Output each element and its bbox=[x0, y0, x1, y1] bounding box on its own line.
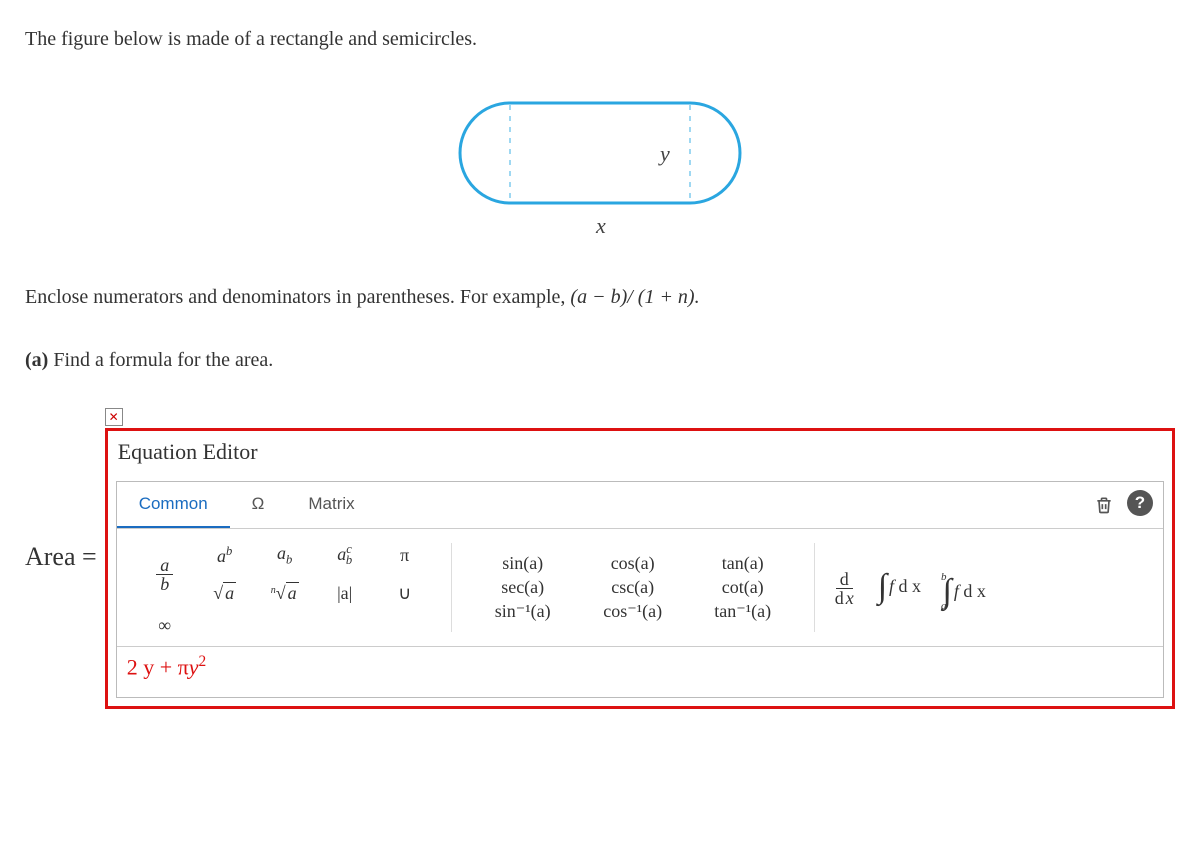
x-label: x bbox=[595, 213, 606, 238]
op-cos[interactable]: cos(a) bbox=[611, 553, 655, 574]
figure: y x bbox=[25, 83, 1175, 243]
part-a-text: Find a formula for the area. bbox=[48, 349, 273, 371]
editor-toolbar: Common Ω Matrix ? bbox=[117, 482, 1163, 529]
op-integral[interactable]: ∫ f d x bbox=[878, 573, 921, 602]
tab-matrix[interactable]: Matrix bbox=[286, 482, 376, 528]
op-acos[interactable]: cos⁻¹(a) bbox=[603, 601, 662, 622]
op-infinity[interactable]: ∞ bbox=[158, 615, 171, 636]
help-icon[interactable]: ? bbox=[1127, 490, 1153, 516]
area-equals-label: Area = bbox=[25, 542, 97, 572]
op-abs[interactable]: |a| bbox=[337, 583, 352, 604]
problem-intro: The figure below is made of a rectangle … bbox=[25, 25, 1175, 53]
op-subscript[interactable]: ab bbox=[277, 543, 292, 568]
equation-editor: Equation Editor Common Ω Matrix ? bbox=[105, 428, 1175, 709]
answer-input[interactable]: 2 y + πy2 bbox=[117, 647, 1163, 697]
op-pi[interactable]: π bbox=[400, 545, 409, 566]
op-asin[interactable]: sin⁻¹(a) bbox=[495, 601, 551, 622]
tab-omega[interactable]: Ω bbox=[230, 482, 287, 528]
op-sec[interactable]: sec(a) bbox=[501, 577, 544, 598]
op-atan[interactable]: tan⁻¹(a) bbox=[714, 601, 771, 622]
op-csc[interactable]: csc(a) bbox=[611, 577, 654, 598]
op-nroot[interactable]: n√a bbox=[271, 583, 299, 604]
op-supsub[interactable]: acb bbox=[337, 542, 352, 569]
op-derivative[interactable]: d dx bbox=[831, 569, 858, 607]
operator-palette: ab ab ab acb π √a n√a |a| ∪ ∞ bbox=[117, 529, 1163, 647]
op-definite-integral[interactable]: ba ∫ f d x bbox=[941, 564, 986, 612]
tab-common[interactable]: Common bbox=[117, 482, 230, 528]
instruction: Enclose numerators and denominators in p… bbox=[25, 283, 1175, 311]
y-label: y bbox=[658, 141, 670, 166]
op-sin[interactable]: sin(a) bbox=[502, 553, 543, 574]
op-power[interactable]: ab bbox=[217, 544, 232, 567]
instruction-example: (a − b)/ (1 + n). bbox=[570, 286, 699, 308]
broken-image-icon: ✕ bbox=[105, 408, 123, 426]
op-cot[interactable]: cot(a) bbox=[722, 577, 764, 598]
trash-icon[interactable] bbox=[1085, 482, 1123, 528]
part-a: (a) Find a formula for the area. bbox=[25, 346, 1175, 374]
op-sqrt[interactable]: √a bbox=[213, 583, 236, 604]
op-union[interactable]: ∪ bbox=[398, 583, 411, 604]
op-fraction[interactable]: ab bbox=[156, 555, 173, 593]
editor-title: Equation Editor bbox=[108, 431, 1172, 473]
part-a-label: (a) bbox=[25, 349, 48, 371]
stadium-figure: y x bbox=[440, 83, 760, 243]
instruction-text: Enclose numerators and denominators in p… bbox=[25, 286, 570, 308]
op-tan[interactable]: tan(a) bbox=[722, 553, 764, 574]
